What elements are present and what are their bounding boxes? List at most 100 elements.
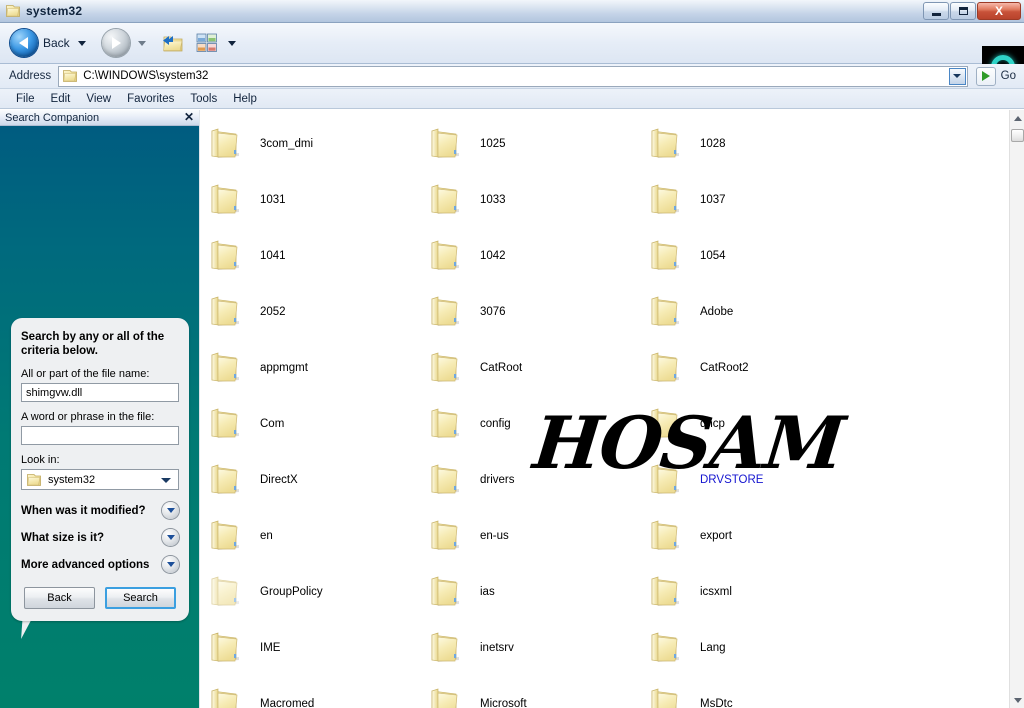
toolbar: Back — [0, 23, 1024, 64]
scroll-up-button[interactable] — [1010, 110, 1024, 126]
folder-item[interactable]: DirectX — [208, 452, 426, 508]
folder-icon — [208, 575, 242, 609]
folder-icon — [208, 127, 242, 161]
search-companion-pane: Search Companion ✕ Search by any or all … — [0, 110, 199, 708]
phrase-input[interactable] — [21, 426, 179, 445]
folder-icon — [648, 127, 682, 161]
folder-item[interactable]: en — [208, 508, 426, 564]
folder-name: Lang — [700, 642, 726, 654]
menu-item-edit[interactable]: Edit — [43, 91, 79, 107]
folder-icon — [648, 295, 682, 329]
folder-item[interactable]: Lang — [648, 620, 866, 676]
folder-item[interactable]: 2052 — [208, 284, 426, 340]
menu-item-view[interactable]: View — [78, 91, 119, 107]
views-chevron-down-icon[interactable] — [228, 41, 236, 46]
folder-item[interactable]: GroupPolicy — [208, 564, 426, 620]
close-icon[interactable]: ✕ — [184, 110, 194, 125]
lookin-select[interactable]: system32 — [21, 469, 179, 490]
folder-item[interactable]: CatRoot — [428, 340, 646, 396]
folder-icon — [648, 239, 682, 273]
folder-name: IME — [260, 642, 280, 654]
folder-item[interactable]: dhcp — [648, 396, 866, 452]
minimize-button[interactable] — [923, 2, 949, 20]
scroll-down-button[interactable] — [1010, 692, 1024, 708]
folder-icon — [648, 407, 682, 441]
folder-icon — [208, 183, 242, 217]
folder-item[interactable]: 1031 — [208, 172, 426, 228]
maximize-icon — [959, 7, 968, 15]
folder-item[interactable]: 1041 — [208, 228, 426, 284]
folder-name: Microsoft — [480, 698, 527, 708]
vertical-scrollbar[interactable] — [1009, 110, 1024, 708]
file-list-view[interactable]: 3com_dmi 1031 1041 2052 appmgmt — [199, 110, 1009, 708]
forward-history-chevron-down-icon[interactable] — [138, 41, 146, 46]
lookin-folder-icon — [26, 472, 42, 488]
folder-item[interactable]: DRVSTORE — [648, 452, 866, 508]
up-one-level-button[interactable] — [160, 31, 186, 55]
folder-icon — [428, 295, 462, 329]
folder-item[interactable]: inetsrv — [428, 620, 646, 676]
folder-item[interactable]: 1025 — [428, 116, 646, 172]
folder-item[interactable]: 1042 — [428, 228, 646, 284]
address-label: Address — [9, 70, 51, 82]
folder-item[interactable]: en-us — [428, 508, 646, 564]
folder-item[interactable]: MsDtc — [648, 676, 866, 708]
search-companion-title: Search Companion — [5, 112, 99, 124]
folder-grid: 3com_dmi 1031 1041 2052 appmgmt — [200, 110, 1009, 116]
folder-item[interactable]: config — [428, 396, 646, 452]
folder-item[interactable]: Microsoft — [428, 676, 646, 708]
folder-item[interactable]: IME — [208, 620, 426, 676]
forward-button[interactable] — [90, 26, 150, 60]
address-input[interactable]: C:\WINDOWS\system32 — [58, 66, 967, 87]
address-dropdown-button[interactable] — [949, 68, 966, 85]
folder-item[interactable]: 1037 — [648, 172, 866, 228]
search-companion-header: Search Companion ✕ — [0, 110, 199, 126]
folder-item[interactable]: export — [648, 508, 866, 564]
expander-what-size[interactable]: What size is it? — [21, 529, 179, 546]
expander-advanced-options[interactable]: More advanced options — [21, 556, 179, 573]
close-button[interactable]: X — [977, 2, 1021, 20]
go-button[interactable]: Go — [976, 67, 1016, 86]
menu-item-favorites[interactable]: Favorites — [119, 91, 182, 107]
folder-item[interactable]: 3076 — [428, 284, 646, 340]
folder-item[interactable]: icsxml — [648, 564, 866, 620]
folder-item[interactable]: 1054 — [648, 228, 866, 284]
search-back-button[interactable]: Back — [24, 587, 95, 609]
folder-item[interactable]: Macromed — [208, 676, 426, 708]
views-button[interactable] — [196, 32, 220, 54]
search-form: Search by any or all of the criteria bel… — [11, 318, 189, 621]
folder-icon — [208, 519, 242, 553]
folder-item[interactable]: drivers — [428, 452, 646, 508]
folder-name: icsxml — [700, 586, 732, 598]
folder-name: 1031 — [260, 194, 286, 206]
menu-item-file[interactable]: File — [8, 91, 43, 107]
folder-item[interactable]: 3com_dmi — [208, 116, 426, 172]
folder-name: CatRoot — [480, 362, 522, 374]
folder-icon — [208, 463, 242, 497]
folder-item[interactable]: 1028 — [648, 116, 866, 172]
folder-name: en — [260, 530, 273, 542]
folder-item[interactable]: Adobe — [648, 284, 866, 340]
back-history-chevron-down-icon[interactable] — [78, 41, 86, 46]
back-button[interactable]: Back — [10, 26, 90, 60]
expander-when-modified[interactable]: When was it modified? — [21, 502, 179, 519]
folder-item[interactable]: CatRoot2 — [648, 340, 866, 396]
folder-item[interactable]: Com — [208, 396, 426, 452]
folder-icon — [208, 295, 242, 329]
maximize-button[interactable] — [950, 2, 976, 20]
folder-name: 1042 — [480, 250, 506, 262]
chevron-down-icon — [161, 478, 171, 483]
folder-item[interactable]: ias — [428, 564, 646, 620]
folder-item[interactable]: appmgmt — [208, 340, 426, 396]
chevron-down-circle-icon — [162, 502, 179, 519]
menu-item-tools[interactable]: Tools — [182, 91, 225, 107]
scroll-thumb[interactable] — [1011, 129, 1024, 142]
address-value: C:\WINDOWS\system32 — [83, 70, 208, 82]
folder-item[interactable]: 1033 — [428, 172, 646, 228]
menu-item-help[interactable]: Help — [225, 91, 265, 107]
filename-input[interactable] — [21, 383, 179, 402]
lookin-value: system32 — [48, 474, 95, 486]
folder-column-2: 1025 1033 1042 3076 CatRoot — [428, 116, 646, 708]
folder-icon — [648, 519, 682, 553]
search-submit-button[interactable]: Search — [105, 587, 176, 609]
